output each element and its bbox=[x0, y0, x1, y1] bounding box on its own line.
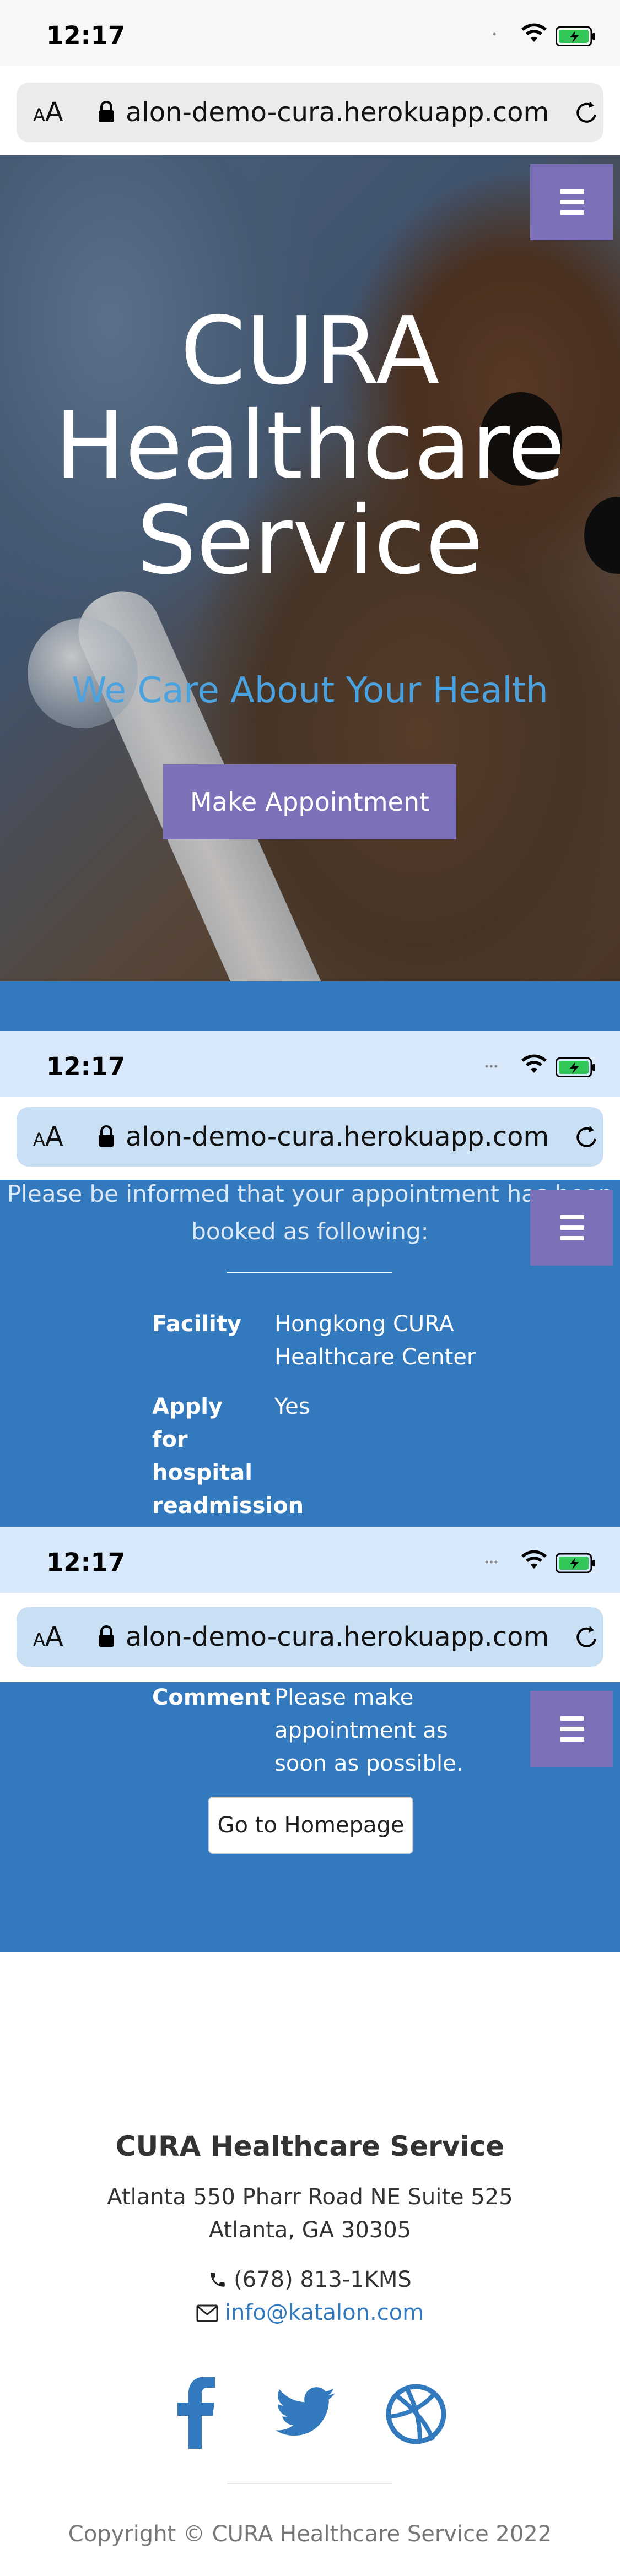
footer-email-link[interactable]: info@katalon.com bbox=[225, 2300, 424, 2325]
address-bar[interactable]: AA alon-demo-cura.herokuapp.com bbox=[17, 1607, 603, 1667]
status-bar: 12:17 ••• bbox=[0, 1031, 620, 1097]
reload-icon[interactable] bbox=[573, 99, 600, 127]
battery-icon bbox=[556, 1057, 595, 1077]
status-bar: 12:17 ••• bbox=[0, 1527, 620, 1593]
address-bar[interactable]: AA alon-demo-cura.herokuapp.com bbox=[17, 83, 603, 142]
intro-divider bbox=[227, 1272, 392, 1273]
menu-toggle-button[interactable] bbox=[530, 164, 613, 240]
hero-title-line: Service bbox=[137, 486, 483, 595]
text-size-button[interactable]: AA bbox=[33, 97, 63, 128]
facility-label: Facility bbox=[152, 1311, 242, 1337]
wifi-icon bbox=[521, 1550, 547, 1569]
hero-title-line: CURA bbox=[180, 297, 440, 406]
comment-value-line: soon as possible. bbox=[274, 1751, 463, 1776]
twitter-icon[interactable] bbox=[276, 2387, 336, 2438]
address-bar[interactable]: AA alon-demo-cura.herokuapp.com bbox=[17, 1107, 603, 1167]
readmission-label-line: for bbox=[152, 1427, 188, 1452]
lock-icon bbox=[99, 1625, 114, 1647]
facility-value-line: Healthcare Center bbox=[274, 1344, 476, 1370]
url-text[interactable]: alon-demo-cura.herokuapp.com bbox=[126, 1121, 549, 1152]
readmission-label-line: readmission bbox=[152, 1493, 304, 1519]
footer-title: CURA Healthcare Service bbox=[115, 2130, 505, 2162]
phone-icon bbox=[211, 2273, 225, 2287]
signal-dots: • bbox=[493, 29, 498, 40]
footer-address-line: Atlanta 550 Pharr Road NE Suite 525 bbox=[107, 2184, 513, 2210]
intro-line: booked as following: bbox=[191, 1218, 429, 1245]
footer-phone[interactable]: (678) 813-1KMS bbox=[234, 2267, 412, 2292]
status-bar: 12:17 • bbox=[0, 0, 620, 66]
menu-toggle-button[interactable] bbox=[530, 1691, 613, 1767]
wifi-icon bbox=[521, 23, 547, 42]
facility-value: Hongkong CURA Healthcare Center bbox=[274, 1308, 476, 1374]
battery-icon bbox=[556, 1553, 595, 1573]
readmission-label-line: hospital bbox=[152, 1460, 252, 1485]
envelope-icon bbox=[196, 2304, 218, 2322]
footer-phone-row: (678) 813-1KMS bbox=[0, 2267, 620, 2292]
signal-dots: ••• bbox=[485, 1061, 499, 1072]
comment-value-line: Please make bbox=[274, 1685, 414, 1710]
lock-icon bbox=[99, 1125, 114, 1147]
confirmation-section-top: Please be informed that your appointment… bbox=[0, 1180, 620, 1527]
facility-value-line: Hongkong CURA bbox=[274, 1311, 454, 1337]
dribbble-icon[interactable] bbox=[386, 2384, 446, 2444]
hero-title: CURA Healthcare Service bbox=[0, 304, 620, 588]
status-time: 12:17 bbox=[46, 1052, 126, 1081]
text-size-button[interactable]: AA bbox=[33, 1621, 63, 1652]
hero-subtitle: We Care About Your Health bbox=[72, 670, 548, 711]
comment-label: Comment bbox=[152, 1685, 271, 1710]
make-appointment-button[interactable]: Make Appointment bbox=[163, 764, 456, 839]
url-text[interactable]: alon-demo-cura.herokuapp.com bbox=[126, 97, 549, 128]
wifi-icon bbox=[521, 1054, 547, 1073]
comment-value: Please make appointment as soon as possi… bbox=[274, 1681, 463, 1780]
signal-dots: ••• bbox=[485, 1557, 499, 1568]
reload-icon[interactable] bbox=[573, 1624, 600, 1651]
status-time: 12:17 bbox=[46, 1548, 126, 1577]
text-size-button[interactable]: AA bbox=[33, 1121, 63, 1152]
hero-title-line: Healthcare bbox=[55, 392, 565, 501]
lock-icon bbox=[99, 101, 114, 122]
readmission-value: Yes bbox=[274, 1394, 310, 1419]
blue-band bbox=[0, 981, 620, 1031]
go-to-homepage-button[interactable]: Go to Homepage bbox=[208, 1797, 413, 1854]
intro-line: Please be informed that your appointment… bbox=[7, 1180, 613, 1207]
copyright-text: Copyright © CURA Healthcare Service 2022 bbox=[68, 2521, 552, 2547]
comment-value-line: appointment as bbox=[274, 1718, 448, 1743]
menu-icon bbox=[560, 1716, 584, 1721]
facebook-icon[interactable] bbox=[175, 2377, 215, 2449]
footer-divider bbox=[227, 2483, 392, 2484]
menu-toggle-button[interactable] bbox=[530, 1190, 613, 1266]
battery-icon bbox=[556, 26, 595, 46]
menu-icon bbox=[560, 189, 584, 194]
hero-section: CURA Healthcare Service We Care About Yo… bbox=[0, 155, 620, 981]
footer-email-row: info@katalon.com bbox=[0, 2300, 620, 2325]
footer-address-line: Atlanta, GA 30305 bbox=[208, 2217, 412, 2243]
url-text[interactable]: alon-demo-cura.herokuapp.com bbox=[126, 1621, 549, 1652]
confirmation-intro: Please be informed that your appointment… bbox=[0, 1175, 620, 1250]
menu-icon bbox=[560, 1215, 584, 1219]
reload-icon[interactable] bbox=[573, 1124, 600, 1151]
status-time: 12:17 bbox=[46, 21, 126, 50]
